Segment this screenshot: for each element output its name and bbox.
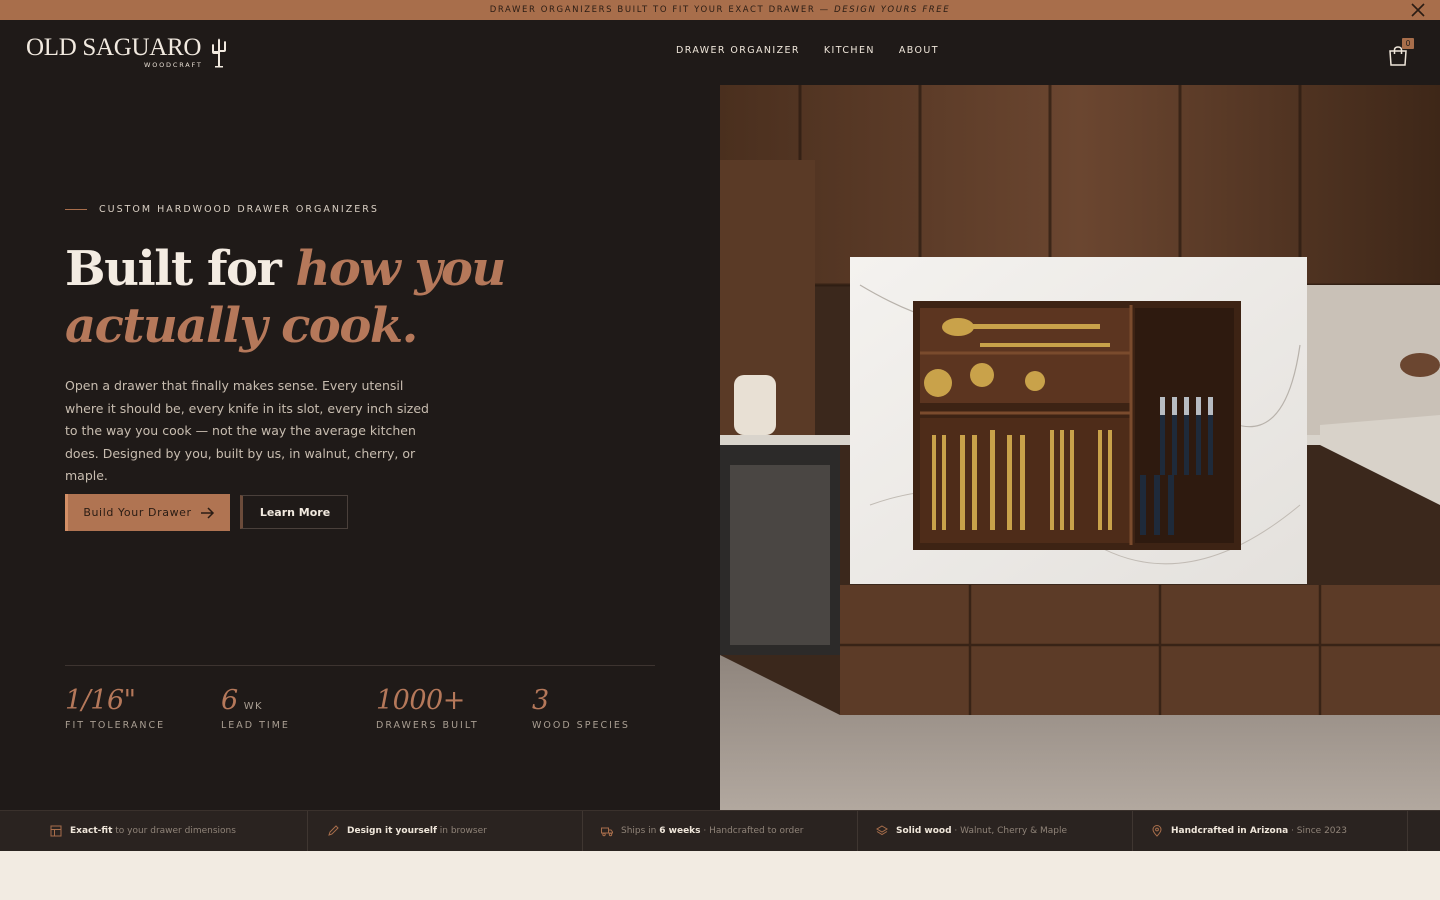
stat-label: LEAD TIME <box>221 720 290 731</box>
feature-bold: Exact-fit <box>70 826 113 836</box>
stats-divider <box>65 665 655 666</box>
announcement-emphasis[interactable]: DESIGN YOURS FREE <box>834 5 950 15</box>
eyebrow-text: CUSTOM HARDWOOD DRAWER ORGANIZERS <box>99 204 379 215</box>
stat-value: 6 <box>221 685 238 716</box>
nav-item-kitchen[interactable]: KITCHEN <box>812 40 887 61</box>
stat-lead-time: 6 WK LEAD TIME <box>221 685 290 731</box>
logo-sub-text: WOODCRAFT <box>144 61 203 69</box>
feature-bold: Handcrafted in Arizona <box>1171 826 1289 836</box>
hero-headline: Built for how you actually cook. <box>65 241 625 355</box>
feature-design-yourself: Design it yourself in browser <box>308 811 583 851</box>
hero-section: CUSTOM HARDWOOD DRAWER ORGANIZERS Built … <box>0 85 720 810</box>
announcement-main-text: DRAWER ORGANIZERS BUILT TO FIT YOUR EXAC… <box>489 5 835 15</box>
feature-rest: · Since 2023 <box>1288 826 1347 836</box>
hero-description: Open a drawer that finally makes sense. … <box>65 378 429 483</box>
stat-value: 3 <box>532 685 549 716</box>
feature-rest: in browser <box>436 826 487 836</box>
feature-bold: Design it yourself <box>347 826 437 836</box>
build-button-label: Build Your Drawer <box>83 506 192 519</box>
stat-drawers-built: 1000+ DRAWERS BUILT <box>376 685 479 731</box>
learn-more-label: Learn More <box>259 505 331 519</box>
main-nav: DRAWER ORGANIZER KITCHEN ABOUT <box>664 40 951 61</box>
cart-button[interactable]: 0 <box>1386 38 1416 68</box>
learn-more-button[interactable]: Learn More <box>240 495 348 529</box>
cart-count-badge: 0 <box>1402 38 1414 49</box>
site-header: OLD SAGUARO WOODCRAFT DRAWER ORGANIZER K… <box>0 20 1440 85</box>
feature-pre: Ships in <box>621 826 660 836</box>
feature-shipping: Ships in 6 weeks · Handcrafted to order <box>583 811 858 851</box>
feature-rest: to your drawer dimensions <box>112 826 236 836</box>
hero-kitchen-image <box>720 85 1440 810</box>
feature-handcrafted: Handcrafted in Arizona · Since 2023 <box>1133 811 1408 851</box>
feature-solid-wood: Solid wood · Walnut, Cherry & Maple <box>858 811 1133 851</box>
site-logo[interactable]: OLD SAGUARO WOODCRAFT <box>26 34 236 74</box>
stat-label: WOOD SPECIES <box>532 720 630 731</box>
feature-bold: Solid wood <box>896 826 952 836</box>
logo-main-text: OLD SAGUARO <box>26 34 202 61</box>
feature-rest: · Handcrafted to order <box>700 826 804 836</box>
headline-plain: Built for <box>65 241 296 297</box>
hero-eyebrow: CUSTOM HARDWOOD DRAWER ORGANIZERS <box>65 204 379 215</box>
feature-rest: · Walnut, Cherry & Maple <box>951 826 1067 836</box>
build-your-drawer-button[interactable]: Build Your Drawer <box>65 494 230 531</box>
stat-value: 1/16" <box>65 685 136 716</box>
features-strip: Exact-fit to your drawer dimensions Desi… <box>0 810 1440 851</box>
ruler-icon <box>50 825 62 837</box>
announcement-text: DRAWER ORGANIZERS BUILT TO FIT YOUR EXAC… <box>490 5 951 15</box>
announcement-bar: DRAWER ORGANIZERS BUILT TO FIT YOUR EXAC… <box>0 0 1440 20</box>
close-icon[interactable] <box>1410 2 1426 18</box>
layers-icon <box>876 825 888 836</box>
feature-exact-fit: Exact-fit to your drawer dimensions <box>0 811 308 851</box>
stat-unit: WK <box>243 701 263 712</box>
nav-item-drawer-organizer[interactable]: DRAWER ORGANIZER <box>664 40 812 61</box>
location-pin-icon <box>1152 825 1162 837</box>
stat-wood-species: 3 WOOD SPECIES <box>532 685 630 731</box>
pencil-icon <box>328 825 339 836</box>
eyebrow-rule <box>65 209 87 210</box>
stat-label: FIT TOLERANCE <box>65 720 166 731</box>
stat-fit-tolerance: 1/16" FIT TOLERANCE <box>65 685 165 731</box>
next-section <box>0 851 1440 900</box>
stat-value: 1000+ <box>376 685 465 716</box>
truck-icon <box>601 827 613 837</box>
nav-item-about[interactable]: ABOUT <box>887 40 951 61</box>
stat-label: DRAWERS BUILT <box>376 720 479 731</box>
feature-bold: 6 weeks <box>659 826 701 836</box>
cactus-icon <box>212 38 226 68</box>
arrow-right-icon <box>200 506 214 519</box>
